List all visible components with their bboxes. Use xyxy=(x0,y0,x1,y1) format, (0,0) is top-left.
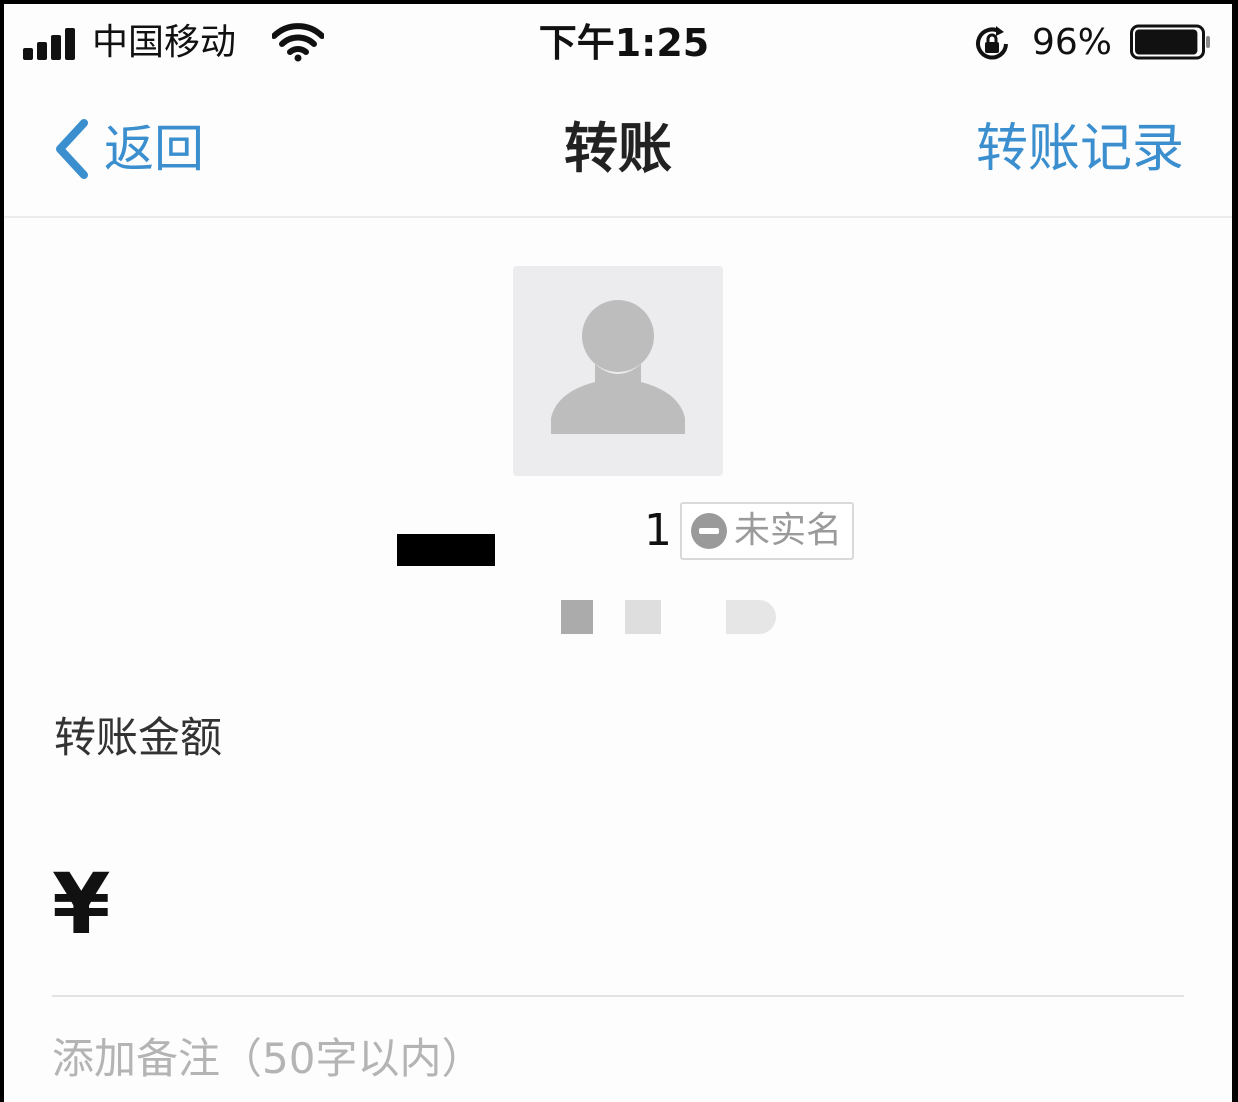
battery-icon xyxy=(1130,24,1210,60)
page-title: 转账 xyxy=(564,117,672,180)
phone-screen: 中国移动 下午1:25 96% 返回 转账 转账记录 1 未实名 转账金额 ¥ … xyxy=(4,4,1232,1102)
default-person-icon xyxy=(551,300,685,434)
realname-status-badge: 未实名 xyxy=(680,502,855,560)
signal-icon xyxy=(23,26,81,60)
transfer-record-button[interactable]: 转账记录 xyxy=(944,114,1184,184)
transfer-form: 1 未实名 转账金额 ¥ xyxy=(4,218,1232,1102)
status-time: 下午1:25 xyxy=(538,21,710,65)
carrier-name: 中国移动 xyxy=(92,22,237,63)
recipient-account-redacted xyxy=(726,600,776,634)
chevron-left-icon xyxy=(56,119,88,179)
recipient-name-redacted xyxy=(397,534,495,566)
currency-symbol: ¥ xyxy=(52,855,111,953)
divider xyxy=(52,995,1184,997)
recipient-account-redacted xyxy=(561,600,593,634)
back-button[interactable]: 返回 xyxy=(50,114,204,184)
wifi-icon xyxy=(272,23,324,62)
realname-status-label: 未实名 xyxy=(734,510,843,551)
amount-input[interactable] xyxy=(144,868,1178,950)
avatar xyxy=(513,266,723,476)
recipient-name-tail: 1 xyxy=(644,505,672,556)
back-label: 返回 xyxy=(104,120,204,178)
note-input[interactable] xyxy=(52,1028,1182,1088)
rotation-lock-icon xyxy=(976,26,1008,60)
status-bar: 中国移动 下午1:25 96% xyxy=(4,4,1232,80)
navigation-bar: 返回 转账 转账记录 xyxy=(4,80,1232,218)
amount-label: 转账金额 xyxy=(54,713,223,762)
battery-percent: 96% xyxy=(1032,22,1113,63)
recipient-account-redacted xyxy=(625,600,661,634)
minus-circle-icon xyxy=(691,513,727,549)
